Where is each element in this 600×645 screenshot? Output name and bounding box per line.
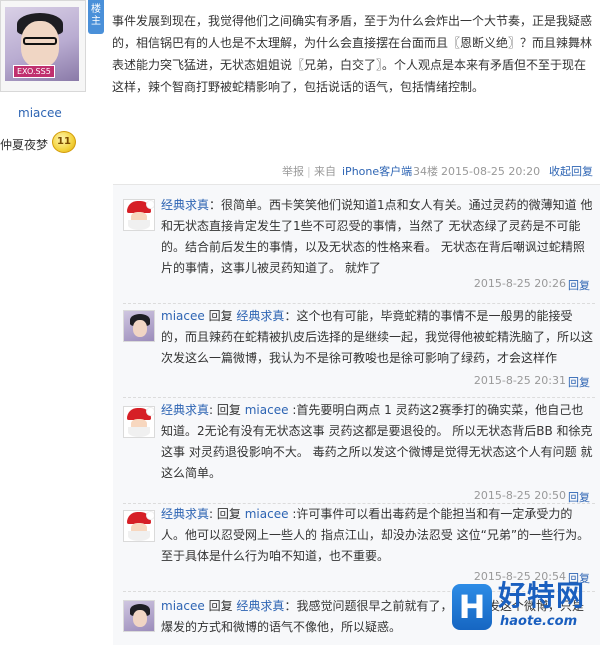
reply-list: 经典求真：很简单。西卡笑笑他们说知道1点和女人有关。通过灵药的微薄知道 他和无状… xyxy=(113,184,600,645)
reply-body: 很简单。西卡笑笑他们说知道1点和女人有关。通过灵药的微薄知道 他和无状态直接肯定… xyxy=(161,198,593,275)
avatar-tag: EXO.SS5 xyxy=(13,65,55,78)
reply-target[interactable]: 经典求真 xyxy=(236,599,284,613)
user-avatar[interactable] xyxy=(123,310,155,342)
reply-text: 经典求真: 回复 miacee :许可事件可以看出毒药是个能担当和有一定承受力的… xyxy=(161,504,593,567)
user-title: 仲夏夜梦 xyxy=(0,138,49,152)
reply-text: miacee 回复 经典求真：这个也有可能，毕竟蛇精的事情不是一般男的能接受的，… xyxy=(161,306,593,369)
reply-body: ：我感觉问题很早之前就有了， xyxy=(284,599,453,613)
reply-author[interactable]: 经典求真 xyxy=(161,507,209,521)
reply-time: 2015-8-25 20:26 xyxy=(473,277,566,290)
reply-word: 回复 xyxy=(208,309,233,323)
reply-target[interactable]: 经典求真 xyxy=(236,309,284,323)
reply-text: miacee 回复 经典求真：我感觉问题很早之前就有了， xyxy=(161,596,461,617)
reply-item: 经典求真：很简单。西卡笑笑他们说知道1点和女人有关。通过灵药的微薄知道 他和无状… xyxy=(113,185,600,303)
tail-from-label: 来自 xyxy=(314,165,336,178)
reply-button[interactable]: 回复 xyxy=(568,277,590,293)
user-avatar[interactable] xyxy=(123,600,155,632)
user-avatar[interactable]: EXO.SS5 xyxy=(5,7,79,81)
reply-time: 2015-8-25 20:50 xyxy=(473,489,566,502)
reply-word: 回复 xyxy=(216,403,241,417)
santa-avatar[interactable] xyxy=(123,406,155,438)
reply-text: 经典求真：很简单。西卡笑笑他们说知道1点和女人有关。通过灵药的微薄知道 他和无状… xyxy=(161,195,593,279)
reply-colon: : xyxy=(209,507,214,521)
post-tail: 举报 | 来自 iPhone客户端 34楼 2015-08-25 20:20 收… xyxy=(0,160,600,184)
watermark-url: haote.com xyxy=(500,614,578,629)
haote-logo-icon: H xyxy=(452,584,492,630)
reply-time: 2015-8-25 20:31 xyxy=(473,374,566,387)
reply-colon: ： xyxy=(209,198,222,212)
reply-target[interactable]: miacee xyxy=(245,403,289,417)
post-time: 2015-08-25 20:20 xyxy=(441,165,541,178)
reply-text: 经典求真: 回复 miacee :首先要明白两点 1 灵药这2赛季打的确实菜，他… xyxy=(161,400,593,484)
watermark-title: 好特网 xyxy=(498,579,586,612)
santa-avatar[interactable] xyxy=(123,199,155,231)
reply-word: 回复 xyxy=(208,599,233,613)
post-content: 事件发展到现在，我觉得他们之间确实有矛盾，至于为什么会炸出一个大节奏，正是我疑惑… xyxy=(112,14,593,94)
owner-badge: 楼主 xyxy=(88,0,104,34)
reply-author[interactable]: miacee xyxy=(161,599,205,613)
santa-avatar[interactable] xyxy=(123,510,155,542)
reply-author[interactable]: miacee xyxy=(161,309,205,323)
report-link[interactable]: 举报 xyxy=(282,165,304,179)
reply-word: 回复 xyxy=(216,507,241,521)
site-watermark: H 好特网 haote.com xyxy=(450,578,600,637)
reply-target[interactable]: miacee xyxy=(245,507,289,521)
reply-button[interactable]: 回复 xyxy=(568,374,590,390)
reply-item: 经典求真: 回复 miacee :首先要明白两点 1 灵药这2赛季打的确实菜，他… xyxy=(113,398,600,504)
username-link[interactable]: miacee xyxy=(18,106,62,120)
tail-separator: | xyxy=(307,165,311,178)
reply-author[interactable]: 经典求真 xyxy=(161,198,209,212)
client-link[interactable]: iPhone客户端 xyxy=(342,165,412,179)
floor-number: 34楼 xyxy=(413,165,438,178)
collapse-replies-button[interactable]: 收起回复 xyxy=(549,165,593,179)
reply-colon: : xyxy=(209,403,214,417)
level-badge-icon[interactable]: 11 xyxy=(52,131,76,153)
reply-item: miacee 回复 经典求真：这个也有可能，毕竟蛇精的事情不是一般男的能接受的，… xyxy=(113,304,600,400)
reply-author[interactable]: 经典求真 xyxy=(161,403,209,417)
